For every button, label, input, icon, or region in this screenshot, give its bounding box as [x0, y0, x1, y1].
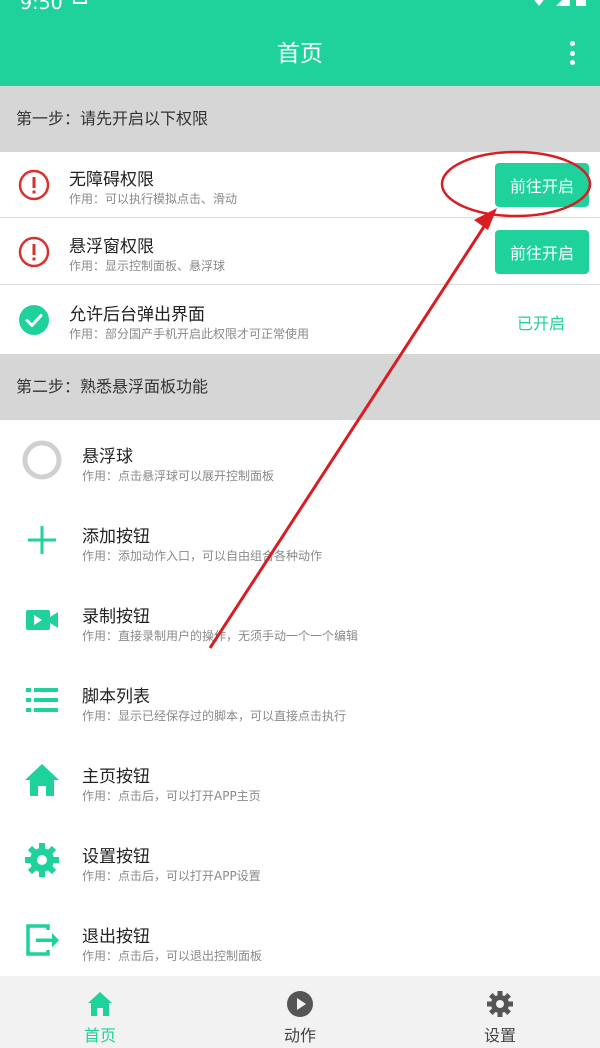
nav-label: 动作	[283, 1026, 316, 1045]
feature-title: 设置按钮	[82, 847, 150, 867]
perm-row-overlay: 悬浮窗权限 作用：显示控制面板、悬浮球 前往开启	[0, 219, 600, 285]
perm-title: 悬浮窗权限	[69, 237, 154, 257]
feature-desc: 作用：点击悬浮球可以展开控制面板	[82, 469, 275, 483]
circle-icon	[22, 440, 62, 480]
feature-settings-button: 设置按钮 作用：点击后，可以打开APP设置	[0, 822, 600, 902]
page-title: 首页	[277, 41, 323, 67]
feature-desc: 作用：显示已经保存过的脚本，可以直接点击执行	[82, 709, 347, 723]
feature-record-button: 录制按钮 作用：直接录制用户的操作，无须手动一个一个编辑	[0, 582, 600, 662]
video-camera-icon	[26, 610, 58, 630]
feature-title: 添加按钮	[82, 527, 150, 547]
perm-desc: 作用：部分国产手机开启此权限才可正常使用	[69, 327, 310, 341]
home-icon	[88, 992, 112, 1016]
feature-exit-button: 退出按钮 作用：点击后，可以退出控制面板	[0, 902, 600, 982]
home-icon	[25, 764, 59, 796]
bottom-nav: 首页 动作 设置	[0, 976, 600, 1048]
feature-floating-ball: 悬浮球 作用：点击悬浮球可以展开控制面板	[0, 422, 600, 502]
feature-desc: 作用：添加动作入口，可以自由组合各种动作	[82, 549, 323, 563]
exit-icon	[26, 924, 59, 956]
feature-title: 悬浮球	[82, 447, 133, 467]
feature-title: 录制按钮	[82, 607, 150, 627]
feature-desc: 作用：点击后，可以打开APP主页	[82, 789, 261, 803]
wifi-icon	[528, 0, 550, 6]
notification-icon	[73, 0, 87, 4]
nav-home[interactable]: 首页	[0, 976, 200, 1048]
open-overlay-button[interactable]: 前往开启	[495, 230, 589, 274]
status-icons	[528, 0, 586, 6]
feature-title: 主页按钮	[82, 767, 150, 787]
feature-script-list: 脚本列表 作用：显示已经保存过的脚本，可以直接点击执行	[0, 662, 600, 742]
app-header: 9:50 首页	[0, 0, 600, 86]
feature-home-button: 主页按钮 作用：点击后，可以打开APP主页	[0, 742, 600, 822]
gear-icon	[487, 991, 513, 1017]
perm-row-accessibility: 无障碍权限 作用：可以执行模拟点击、滑动 前往开启	[0, 152, 600, 218]
check-circle-icon	[19, 305, 49, 335]
open-accessibility-button[interactable]: 前往开启	[495, 163, 589, 207]
perm-desc: 作用：可以执行模拟点击、滑动	[69, 192, 238, 206]
perm-desc: 作用：显示控制面板、悬浮球	[69, 259, 226, 273]
enabled-status: 已开启	[517, 314, 566, 333]
feature-desc: 作用：点击后，可以退出控制面板	[82, 949, 263, 963]
feature-desc: 作用：点击后，可以打开APP设置	[82, 869, 261, 883]
battery-icon	[576, 0, 586, 6]
plus-icon	[28, 526, 56, 554]
step2-header: 第二步：熟悉悬浮面板功能	[0, 354, 600, 420]
status-time: 9:50	[20, 0, 63, 14]
feature-title: 退出按钮	[82, 927, 150, 947]
signal-icon	[556, 0, 570, 6]
feature-title: 脚本列表	[82, 687, 150, 707]
step1-header: 第一步：请先开启以下权限	[0, 86, 600, 152]
nav-label: 设置	[483, 1026, 516, 1045]
nav-label: 首页	[83, 1026, 116, 1045]
feature-desc: 作用：直接录制用户的操作，无须手动一个一个编辑	[82, 629, 359, 643]
feature-add-button: 添加按钮 作用：添加动作入口，可以自由组合各种动作	[0, 502, 600, 582]
gear-icon	[25, 843, 59, 877]
play-icon	[287, 991, 313, 1017]
perm-title: 无障碍权限	[69, 170, 154, 190]
nav-settings[interactable]: 设置	[400, 976, 600, 1048]
perm-title: 允许后台弹出界面	[69, 305, 205, 325]
warning-icon	[18, 169, 50, 201]
list-icon	[26, 688, 58, 712]
perm-row-background-popup: 允许后台弹出界面 作用：部分国产手机开启此权限才可正常使用 已开启	[0, 287, 600, 353]
nav-actions[interactable]: 动作	[200, 976, 400, 1048]
warning-icon	[18, 236, 50, 268]
more-menu-icon[interactable]	[570, 41, 576, 65]
